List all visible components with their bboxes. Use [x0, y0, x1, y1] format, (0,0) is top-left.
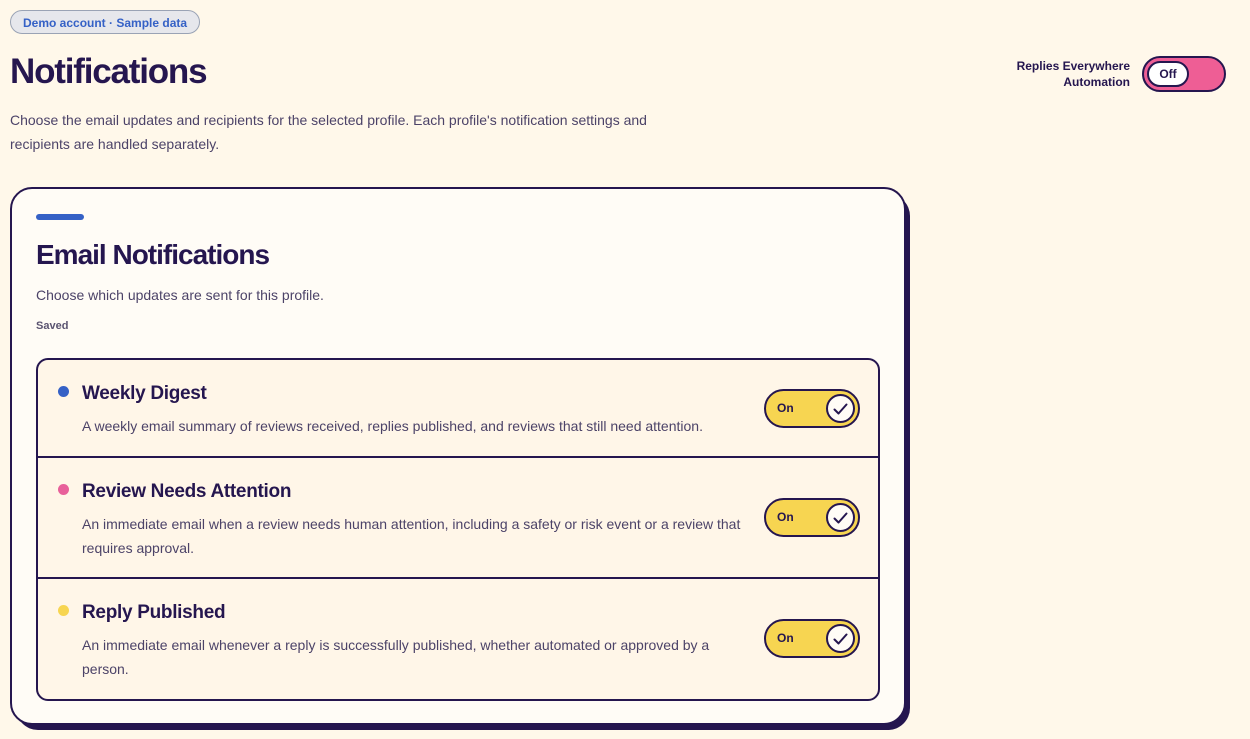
review-needs-attention-dot: [58, 484, 69, 495]
automation-label-line2: Automation: [1063, 75, 1130, 89]
review-needs-attention-title: Review Needs Attention: [82, 481, 292, 502]
notification-row-review-needs-attention: Review Needs Attention An immediate emai…: [38, 458, 878, 579]
check-icon: [826, 394, 855, 423]
saved-status: Saved: [36, 320, 69, 332]
automation-label: Replies Everywhere Automation: [1000, 58, 1130, 90]
reply-published-toggle[interactable]: On: [764, 619, 860, 658]
demo-account-badge: Demo account · Sample data: [10, 10, 201, 34]
weekly-digest-toggle[interactable]: On: [764, 389, 860, 428]
automation-label-line1: Replies Everywhere: [1016, 59, 1130, 73]
card-title: Email Notifications: [36, 239, 270, 270]
reply-published-dot: [58, 605, 69, 616]
review-needs-attention-toggle-label: On: [777, 510, 794, 524]
page-description: Choose the email updates and recipients …: [10, 112, 647, 152]
notification-row-reply-published: Reply Published An immediate email whene…: [38, 579, 878, 699]
notification-list: Weekly Digest A weekly email summary of …: [36, 358, 880, 701]
automation-toggle[interactable]: Off: [1142, 56, 1226, 92]
weekly-digest-description: A weekly email summary of reviews receiv…: [82, 418, 703, 434]
review-needs-attention-description: An immediate email when a review needs h…: [82, 516, 741, 556]
page-title: Notifications: [10, 52, 208, 91]
weekly-digest-title: Weekly Digest: [82, 383, 207, 404]
reply-published-title: Reply Published: [82, 602, 226, 623]
card-accent-bar: [36, 214, 84, 220]
weekly-digest-dot: [58, 386, 69, 397]
reply-published-description: An immediate email whenever a reply is s…: [82, 637, 710, 677]
email-notifications-card: Email Notifications Choose which updates…: [10, 187, 906, 725]
automation-control: Replies Everywhere Automation Off: [1000, 56, 1226, 92]
check-icon: [826, 503, 855, 532]
weekly-digest-toggle-label: On: [777, 401, 794, 415]
check-icon: [826, 624, 855, 653]
card-subtitle: Choose which updates are sent for this p…: [36, 287, 324, 303]
reply-published-toggle-label: On: [777, 631, 794, 645]
notification-row-weekly-digest: Weekly Digest A weekly email summary of …: [38, 360, 878, 458]
automation-toggle-knob: Off: [1147, 61, 1189, 87]
review-needs-attention-toggle[interactable]: On: [764, 498, 860, 537]
